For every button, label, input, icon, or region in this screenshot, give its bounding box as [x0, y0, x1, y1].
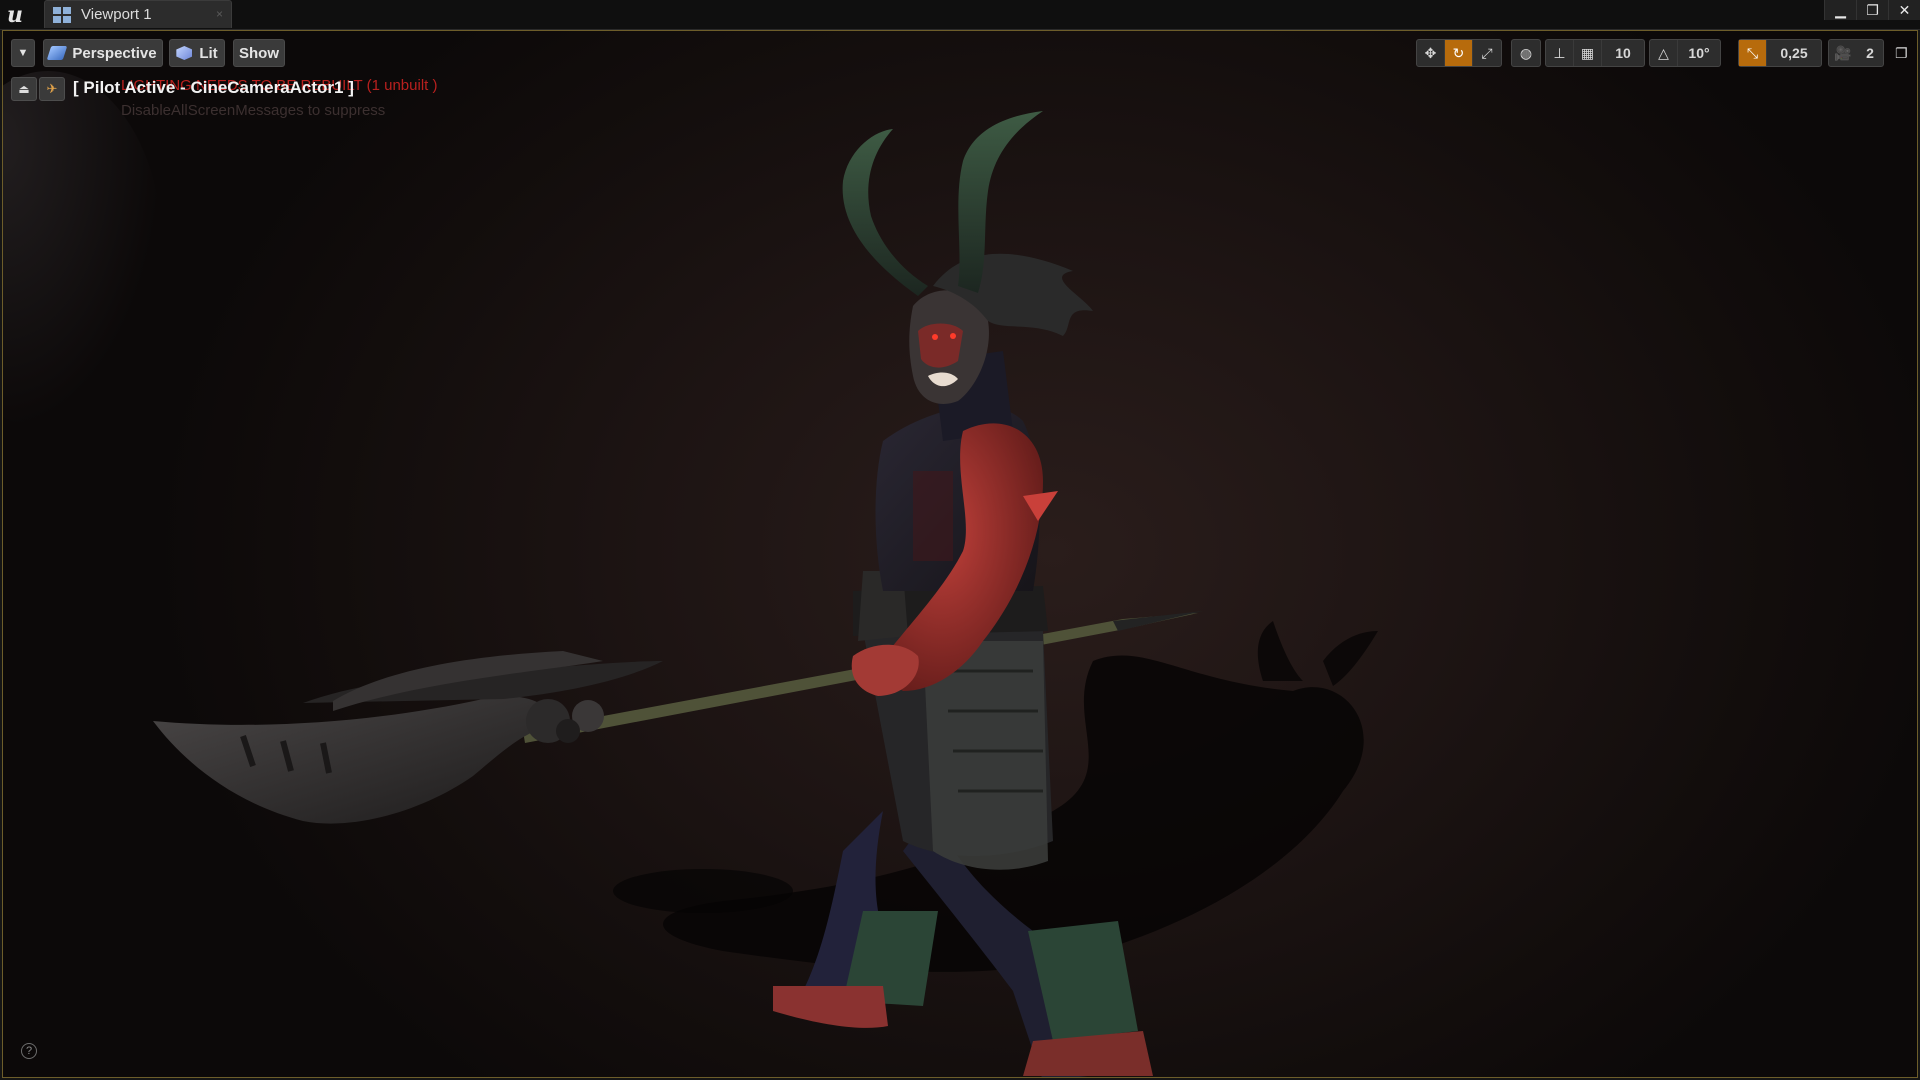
pilot-camera-icon: ✈: [39, 77, 65, 101]
rotation-snap-icon[interactable]: △: [1650, 40, 1678, 66]
surface-snap-icon[interactable]: ⊥: [1546, 40, 1574, 66]
viewport-toolbar: ▼ Perspective Lit Show ✥ ↻ ⤢ ◍ ⊥ ▦ 10 △ …: [3, 31, 1917, 71]
camera-speed-value[interactable]: 2: [1857, 40, 1883, 66]
scale-snap-icon[interactable]: ⤡: [1739, 40, 1767, 66]
scale-icon[interactable]: ⤢: [1473, 40, 1501, 66]
grid-snap-value[interactable]: 10: [1602, 40, 1644, 66]
show-label: Show: [239, 44, 279, 62]
view-mode-button[interactable]: Lit: [169, 39, 225, 67]
camera-speed-tools: 🎥 2: [1828, 39, 1884, 67]
scale-snap-tools: ⤡ 0,25: [1738, 39, 1822, 67]
window-controls: ▁ ❐ ✕: [1824, 0, 1920, 20]
perspective-icon: [47, 46, 68, 60]
tab-label: Viewport 1: [81, 6, 152, 23]
viewport-tab-icon: [53, 6, 71, 23]
close-button[interactable]: ✕: [1888, 0, 1920, 20]
grid-snap-icon[interactable]: ▦: [1574, 40, 1602, 66]
rotation-snap-value[interactable]: 10°: [1678, 40, 1720, 66]
rotation-snap-tools: △ 10°: [1649, 39, 1721, 67]
show-button[interactable]: Show: [233, 39, 285, 67]
minimize-button[interactable]: ▁: [1824, 0, 1856, 20]
level-viewport[interactable]: ▼ Perspective Lit Show ✥ ↻ ⤢ ◍ ⊥ ▦ 10 △ …: [2, 30, 1918, 1078]
scene-render: [153, 111, 1378, 1077]
coordinate-system: ◍: [1511, 39, 1541, 67]
unreal-logo-icon: u: [7, 2, 23, 28]
viewport-options-dropdown[interactable]: ▼: [11, 39, 35, 67]
perspective-button[interactable]: Perspective: [43, 39, 163, 67]
rotate-icon[interactable]: ↻: [1445, 40, 1473, 66]
help-icon[interactable]: ?: [21, 1043, 37, 1059]
tab-viewport-1[interactable]: Viewport 1 ×: [44, 0, 232, 28]
suppress-hint: DisableAllScreenMessages to suppress: [121, 102, 386, 119]
scale-snap-value[interactable]: 0,25: [1767, 40, 1821, 66]
lit-label: Lit: [199, 44, 218, 62]
tab-close-icon[interactable]: ×: [216, 7, 223, 21]
eject-pilot-button[interactable]: ⏏: [11, 77, 37, 101]
pilot-active-label: [ Pilot Active - CineCameraActor1 ]: [73, 78, 354, 97]
world-local-icon[interactable]: ◍: [1512, 40, 1540, 66]
camera-speed-icon[interactable]: 🎥: [1829, 40, 1857, 66]
perspective-label: Perspective: [72, 44, 157, 62]
transform-tools: ✥ ↻ ⤢: [1416, 39, 1502, 67]
viewport-window: u Viewport 1 × ▁ ❐ ✕ ▼ Perspective Lit S…: [0, 0, 1920, 1080]
lit-icon: [176, 46, 193, 60]
title-bar: u Viewport 1 × ▁ ❐ ✕: [0, 0, 1920, 30]
restore-button[interactable]: ❐: [1856, 0, 1888, 20]
maximize-viewport-icon[interactable]: ❐: [1891, 40, 1912, 66]
maximize-tools: ❐: [1891, 39, 1912, 67]
snap-tools: ⊥ ▦ 10: [1545, 39, 1645, 67]
translate-icon[interactable]: ✥: [1417, 40, 1445, 66]
